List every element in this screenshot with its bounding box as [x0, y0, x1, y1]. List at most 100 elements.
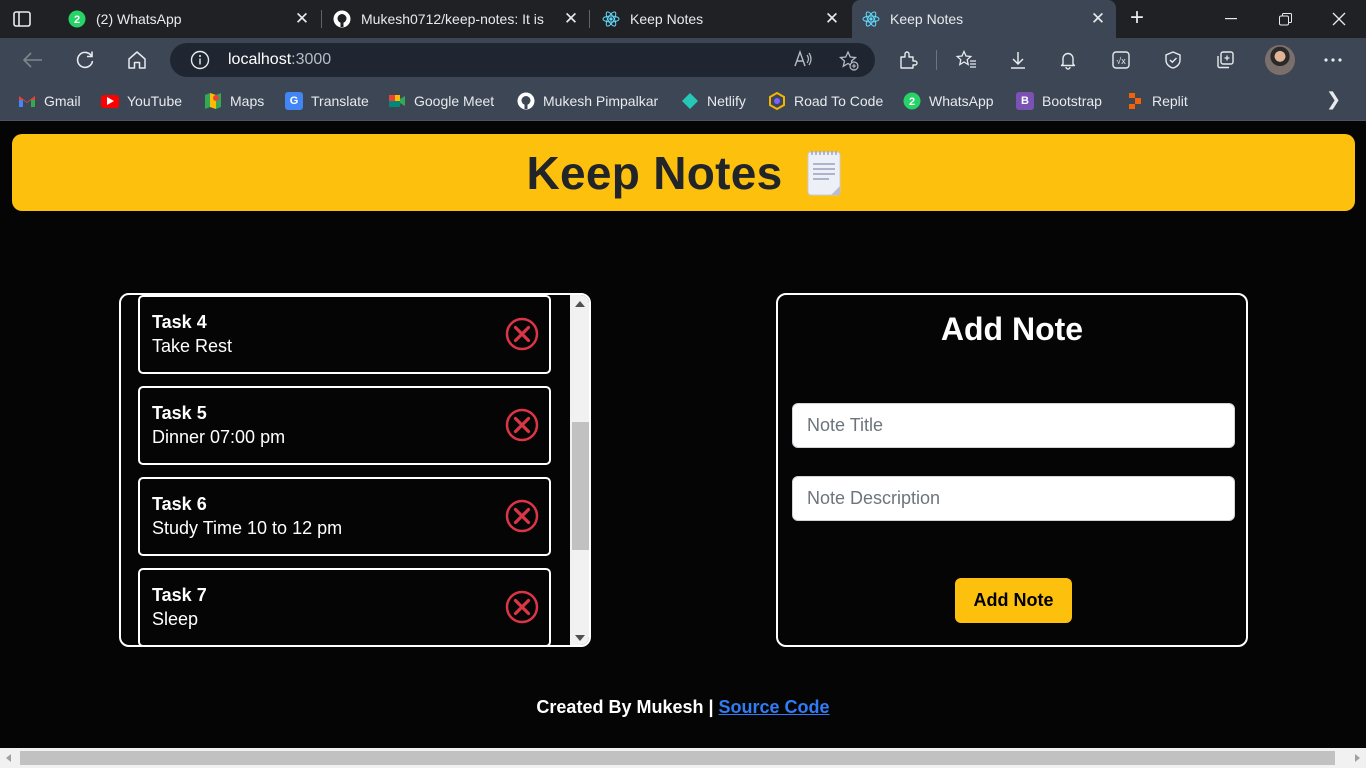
meet-icon [388, 92, 406, 110]
close-tab-icon[interactable]: ✕ [1090, 9, 1106, 29]
delete-note-icon[interactable] [505, 317, 539, 351]
tab-keep-notes-active[interactable]: Keep Notes ✕ [852, 0, 1116, 38]
maps-icon [204, 92, 222, 110]
bookmark-netlify[interactable]: Netlify [681, 90, 746, 112]
tab-divider [321, 10, 322, 28]
extensions-icon[interactable] [896, 48, 920, 72]
more-menu-icon[interactable] [1321, 48, 1345, 72]
bookmark-mukesh-pimpalkar[interactable]: Mukesh Pimpalkar [517, 90, 658, 112]
note-title: Task 7 [152, 585, 207, 605]
app-header: Keep Notes [12, 134, 1355, 211]
form-heading: Add Note [940, 311, 1084, 347]
note-card: Task 4 Take Rest [138, 295, 551, 374]
react-icon [602, 10, 620, 28]
whatsapp-icon: 2 [903, 92, 921, 110]
svg-text:2: 2 [909, 96, 915, 108]
tab-title: Keep Notes [890, 11, 964, 27]
gmail-icon [18, 92, 36, 110]
netlify-icon [681, 92, 699, 110]
note-title: Task 5 [152, 403, 207, 423]
note-card: Task 5 Dinner 07:00 pm [138, 386, 551, 465]
bookmarks-bar: Gmail YouTube Maps G Translate Google Mee… [0, 82, 1366, 121]
bookmark-maps[interactable]: Maps [204, 90, 264, 112]
source-code-link[interactable]: Source Code [719, 697, 830, 717]
back-icon[interactable] [21, 48, 45, 72]
add-note-form: Add Note Add Note [776, 293, 1248, 647]
math-solver-icon[interactable]: √x [1109, 48, 1133, 72]
bookmark-replit[interactable]: Replit [1126, 90, 1188, 112]
close-tab-icon[interactable]: ✕ [294, 9, 310, 29]
bookmark-gmail[interactable]: Gmail [18, 90, 81, 112]
note-title: Task 4 [152, 312, 207, 332]
address-bar[interactable]: localhost:3000 [170, 43, 875, 77]
browser-essentials-icon[interactable] [1161, 48, 1185, 72]
notifications-icon[interactable] [1056, 48, 1080, 72]
note-description: Dinner 07:00 pm [152, 427, 286, 447]
scroll-down-icon[interactable] [575, 635, 585, 641]
close-window-icon[interactable] [1314, 0, 1364, 38]
refresh-icon[interactable] [73, 48, 97, 72]
keep-notes-page: Keep Notes Task 4 Take Rest Task 5 Dinne… [0, 122, 1366, 748]
delete-note-icon[interactable] [505, 408, 539, 442]
svg-text:√x: √x [1116, 56, 1126, 66]
profile-avatar[interactable] [1265, 45, 1295, 75]
scrollbar-thumb[interactable] [572, 422, 589, 550]
horizontal-scrollbar-thumb[interactable] [20, 751, 1335, 765]
tab-keep-notes[interactable]: Keep Notes ✕ [592, 0, 850, 38]
note-description-input[interactable] [792, 476, 1235, 521]
tab-whatsapp[interactable]: 2 (2) WhatsApp ✕ [58, 0, 320, 38]
app-title: Keep Notes [526, 146, 783, 199]
favorites-icon[interactable] [954, 48, 978, 72]
roadtocode-icon [768, 92, 786, 110]
notes-scrollbar[interactable] [570, 295, 589, 645]
browser-tab-bar: 2 (2) WhatsApp ✕ Mukesh0712/keep-notes: … [0, 0, 1366, 38]
note-card: Task 6 Study Time 10 to 12 pm [138, 477, 551, 556]
tab-divider [589, 10, 590, 28]
bookmark-translate[interactable]: G Translate [285, 90, 369, 112]
bookmark-road-to-code[interactable]: Road To Code [768, 90, 883, 112]
delete-note-icon[interactable] [505, 499, 539, 533]
bookmark-bootstrap[interactable]: B Bootstrap [1016, 90, 1102, 112]
chevron-right-icon[interactable]: ❯ [1326, 89, 1341, 110]
scroll-left-icon[interactable] [6, 754, 11, 762]
close-tab-icon[interactable]: ✕ [824, 9, 840, 29]
footer: Created By Mukesh | Source Code [0, 697, 1366, 718]
home-icon[interactable] [125, 48, 149, 72]
site-info-icon[interactable] [190, 50, 210, 70]
scroll-right-icon[interactable] [1355, 754, 1360, 762]
add-note-button[interactable]: Add Note [955, 578, 1072, 623]
translate-icon: G [285, 92, 303, 110]
tab-github-repo[interactable]: Mukesh0712/keep-notes: It is ✕ [323, 0, 589, 38]
bookmark-youtube[interactable]: YouTube [101, 90, 182, 112]
new-tab-icon[interactable]: + [1125, 6, 1149, 30]
note-title-input[interactable] [792, 403, 1235, 448]
svg-text:2: 2 [74, 14, 80, 26]
notes-list: Task 4 Take Rest Task 5 Dinner 07:00 pm … [138, 295, 553, 645]
whatsapp-icon: 2 [68, 10, 86, 28]
scroll-up-icon[interactable] [575, 301, 585, 307]
tab-actions-icon[interactable] [10, 8, 34, 30]
close-tab-icon[interactable]: ✕ [563, 9, 579, 29]
minimize-icon[interactable] [1206, 0, 1256, 38]
github-icon [333, 10, 351, 28]
downloads-icon[interactable] [1006, 48, 1030, 72]
github-icon [517, 92, 535, 110]
browser-toolbar: localhost:3000 √x [0, 38, 1366, 82]
read-aloud-icon[interactable] [794, 49, 814, 72]
bookmark-google-meet[interactable]: Google Meet [388, 90, 494, 112]
youtube-icon [101, 94, 119, 108]
horizontal-scrollbar[interactable] [0, 748, 1366, 768]
replit-icon [1126, 92, 1144, 110]
restore-icon[interactable] [1260, 0, 1310, 38]
delete-note-icon[interactable] [505, 590, 539, 624]
notes-container: Task 4 Take Rest Task 5 Dinner 07:00 pm … [119, 293, 591, 647]
add-favorite-icon[interactable] [838, 50, 860, 72]
notepad-icon [807, 150, 841, 195]
note-description: Take Rest [152, 336, 233, 356]
bookmark-whatsapp[interactable]: 2 WhatsApp [903, 90, 994, 112]
tab-title: Keep Notes [630, 11, 704, 27]
collections-icon[interactable] [1213, 48, 1237, 72]
note-title: Task 6 [152, 494, 207, 514]
footer-credit: Created By Mukesh | [536, 697, 714, 717]
note-description: Sleep [152, 609, 199, 629]
